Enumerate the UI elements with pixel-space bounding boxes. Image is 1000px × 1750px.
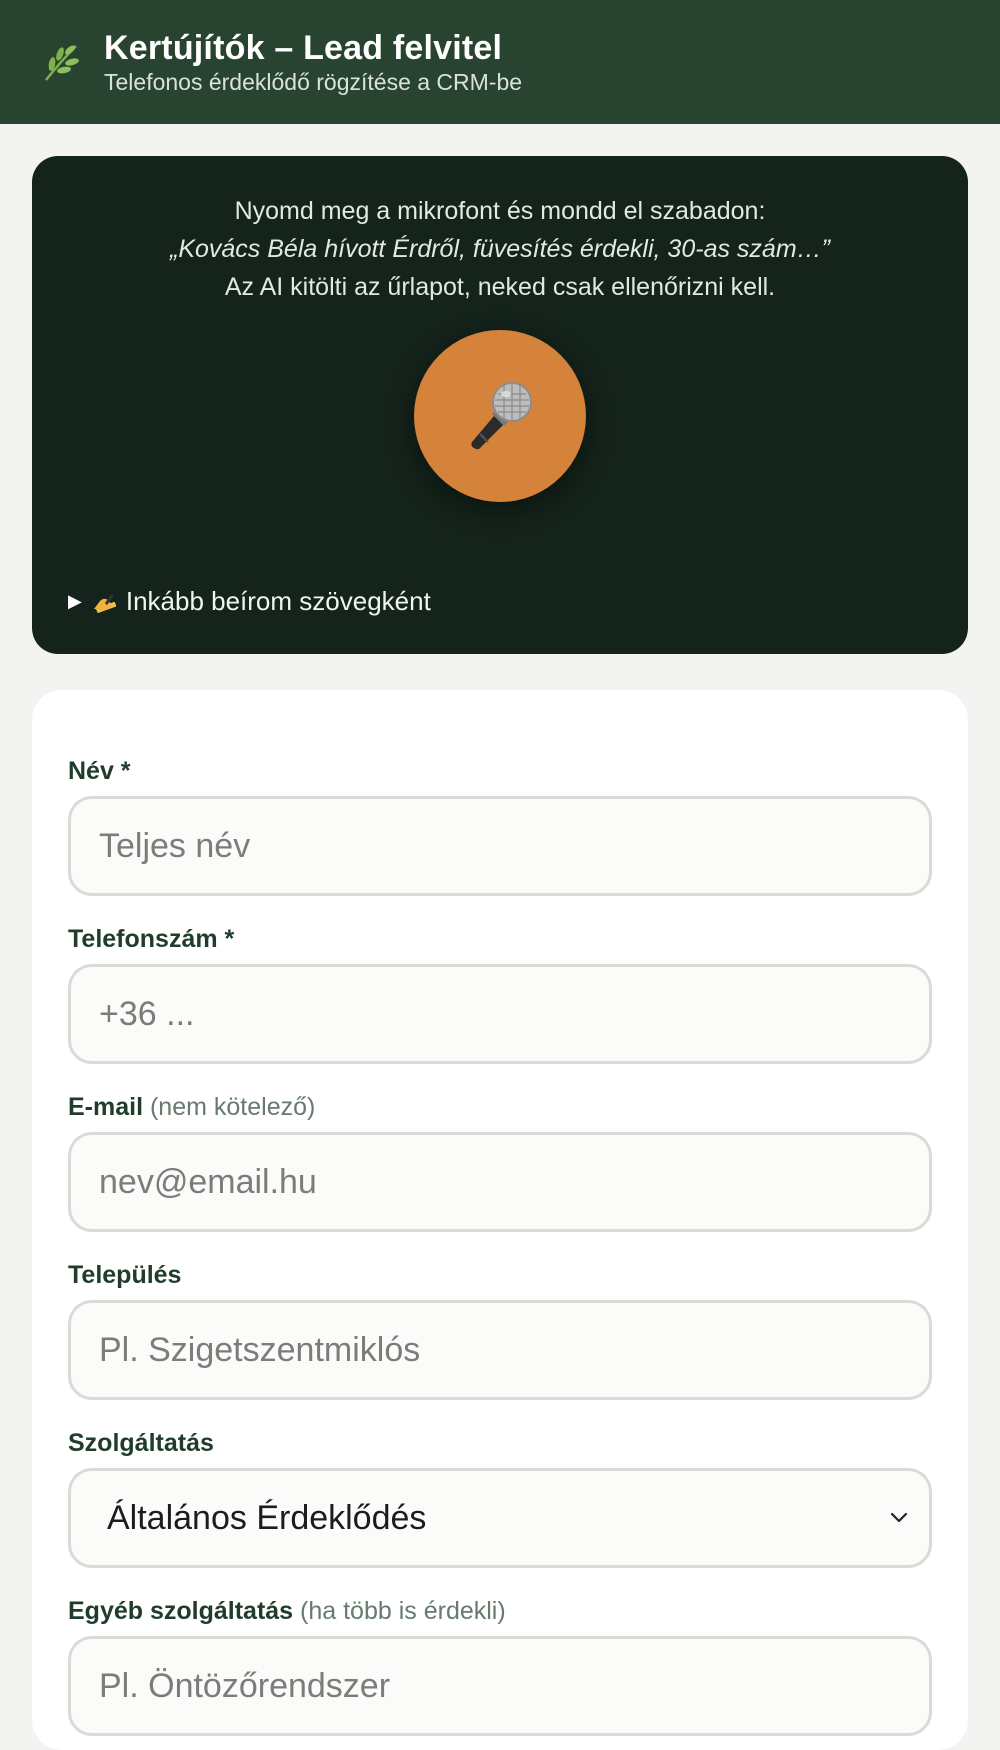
disclosure-triangle-icon: ▶ (68, 591, 82, 611)
service-label: Szolgáltatás (68, 1429, 214, 1457)
city-input[interactable] (68, 1300, 932, 1400)
voice-input-card: Nyomd meg a mikrofont és mondd el szabad… (32, 156, 968, 654)
chevron-down-icon (887, 1499, 911, 1538)
service-selected-value: Általános Érdeklődés (107, 1498, 427, 1537)
voice-note: Az AI kitölti az űrlapot, neked csak ell… (224, 273, 776, 301)
header-text: Kertújítók – Lead felvitel Telefonos érd… (104, 28, 522, 96)
lead-form: Név * Telefonszám * E-mail (nem kötelező… (32, 690, 968, 1750)
name-field-group: Név * (68, 754, 932, 896)
name-input[interactable] (68, 796, 932, 896)
text-input-toggle[interactable]: ▶ Inkább beírom szövegként (68, 586, 431, 617)
writing-hand-icon (92, 591, 118, 613)
phone-field-group: Telefonszám * (68, 922, 932, 1064)
other-service-label: Egyéb szolgáltatás (68, 1597, 294, 1625)
email-hint: (nem kötelező) (149, 1093, 316, 1121)
name-label: Név * (68, 757, 131, 785)
microphone-button[interactable] (414, 330, 586, 502)
voice-instruction: Nyomd meg a mikrofont és mondd el szabad… (234, 197, 766, 225)
microphone-icon (458, 372, 542, 461)
email-field-group: E-mail (nem kötelező) (68, 1090, 932, 1232)
voice-instructions: Nyomd meg a mikrofont és mondd el szabad… (32, 192, 968, 306)
other-service-label-row: Egyéb szolgáltatás (ha több is érdekli) (68, 1594, 932, 1628)
leaf-icon (40, 40, 84, 84)
email-label-row: E-mail (nem kötelező) (68, 1090, 932, 1124)
email-label: E-mail (68, 1093, 144, 1121)
other-service-input[interactable] (68, 1636, 932, 1736)
city-label: Település (68, 1261, 182, 1289)
text-input-toggle-label: Inkább beírom szövegként (125, 586, 431, 616)
service-field-group: Szolgáltatás Általános Érdeklődés (68, 1426, 932, 1568)
voice-example: „Kovács Béla hívott Érdről, füvesítés ér… (170, 235, 830, 263)
page-title: Kertújítók – Lead felvitel (104, 29, 503, 67)
other-service-hint: (ha több is érdekli) (300, 1597, 506, 1625)
city-field-group: Település (68, 1258, 932, 1400)
page-subtitle: Telefonos érdeklődő rögzítése a CRM-be (104, 69, 523, 95)
email-input[interactable] (68, 1132, 932, 1232)
phone-input[interactable] (68, 964, 932, 1064)
phone-label: Telefonszám * (68, 925, 235, 953)
service-select[interactable]: Általános Érdeklődés (68, 1468, 932, 1568)
other-service-field-group: Egyéb szolgáltatás (ha több is érdekli) (68, 1594, 932, 1736)
app-header: Kertújítók – Lead felvitel Telefonos érd… (0, 0, 1000, 124)
